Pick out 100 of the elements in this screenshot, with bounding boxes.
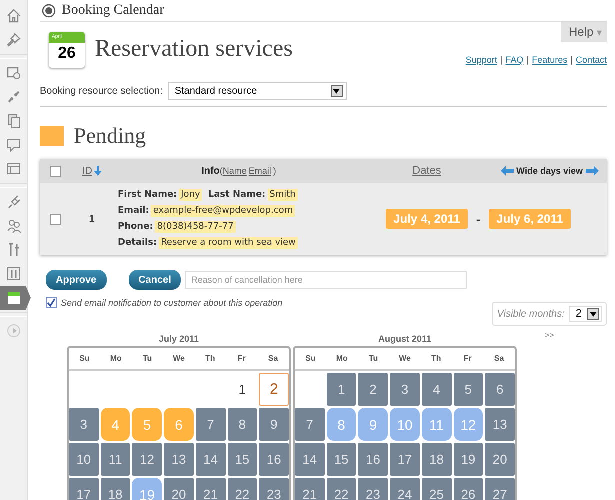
calendar-day[interactable]: 22: [326, 478, 356, 500]
calendar-day[interactable]: 22: [228, 478, 258, 500]
booking-id: 1: [89, 214, 95, 224]
calendar-day[interactable]: 1: [228, 373, 258, 406]
paren: ): [273, 166, 276, 176]
calendar-day[interactable]: 10: [390, 408, 420, 441]
media-icon: [6, 65, 22, 81]
dropdown-icon: [330, 85, 343, 97]
visible-months-label: Visible months:: [497, 308, 565, 320]
calendar-day[interactable]: 13: [164, 443, 194, 476]
calendar-day[interactable]: 26: [454, 478, 484, 500]
calendar-day[interactable]: 8: [228, 408, 258, 441]
calendar-day[interactable]: 20: [485, 443, 515, 476]
resource-select[interactable]: Standard resource: [168, 82, 347, 100]
calendar-day[interactable]: 11: [100, 443, 130, 476]
calendar-day[interactable]: 11: [422, 408, 452, 441]
date-badge: July 4, 2011: [386, 209, 468, 229]
weekday-label: Sa: [493, 354, 506, 363]
link-icon: [6, 89, 22, 105]
calendar-day[interactable]: 21: [295, 478, 325, 500]
calendar-day[interactable]: 14: [196, 443, 226, 476]
header-link[interactable]: Support: [466, 55, 498, 65]
weekday-label: We: [398, 354, 412, 363]
weekday-label: Sa: [267, 354, 280, 363]
weekday-label: Th: [204, 354, 216, 363]
page-title: Reservation services: [95, 36, 293, 63]
header-link[interactable]: Contact: [576, 55, 607, 65]
calendar-day[interactable]: 19: [132, 478, 162, 500]
calendar-day[interactable]: 12: [132, 443, 162, 476]
weekday-label: Th: [430, 354, 442, 363]
visible-months-select[interactable]: 2: [568, 306, 602, 322]
select-all-checkbox[interactable]: [50, 166, 60, 176]
cancel-button[interactable]: Cancel: [128, 270, 182, 290]
wide-days-view-label: Wide days view: [516, 166, 583, 176]
calendar-day[interactable]: 19: [454, 443, 484, 476]
weekday-label: Mo: [109, 354, 123, 363]
notify-label: Send email notification to customer about this operation: [61, 298, 283, 308]
next-months-link[interactable]: >>: [545, 331, 554, 340]
calendar-day[interactable]: 5: [132, 408, 162, 441]
left-arrow-icon[interactable]: [500, 166, 514, 176]
weekday-label: Tu: [142, 354, 154, 363]
calendar-day[interactable]: 23: [358, 478, 388, 500]
calendar-day[interactable]: 5: [454, 373, 484, 406]
header-link[interactable]: FAQ: [506, 55, 524, 65]
calendar-day[interactable]: 21: [196, 478, 226, 500]
calendar-day[interactable]: 8: [326, 408, 356, 441]
right-arrow-icon[interactable]: [586, 166, 599, 176]
dates-sort-link[interactable]: Dates: [412, 165, 442, 177]
calendar-day[interactable]: 23: [259, 478, 289, 500]
calendar-day[interactable]: 3: [390, 373, 420, 406]
field-label: Email:: [118, 206, 150, 216]
calendar-day[interactable]: 9: [358, 408, 388, 441]
calendar-day[interactable]: 12: [454, 408, 484, 441]
calendar-day[interactable]: 4: [100, 408, 130, 441]
calendar-day[interactable]: 17: [69, 478, 99, 500]
calendar-day[interactable]: 4: [422, 373, 452, 406]
link-separator: |: [526, 55, 530, 65]
calendar-day[interactable]: 25: [422, 478, 452, 500]
site-title: Booking Calendar: [62, 2, 164, 18]
calendar-day[interactable]: 2: [358, 373, 388, 406]
calendar-day[interactable]: 9: [259, 408, 289, 441]
calendar-day[interactable]: 24: [390, 478, 420, 500]
sort-link[interactable]: Name: [222, 166, 247, 176]
paren: (: [220, 166, 223, 176]
weekday-label: Su: [304, 354, 317, 363]
header-link[interactable]: Features: [532, 55, 568, 65]
calendar-day[interactable]: 15: [326, 443, 356, 476]
row-checkbox[interactable]: [50, 214, 60, 224]
calendar-day[interactable]: 18: [100, 478, 130, 500]
approve-button[interactable]: Approve: [46, 270, 107, 290]
calendar-day[interactable]: 13: [485, 408, 515, 441]
calendar-day[interactable]: 10: [69, 443, 99, 476]
calendar-day[interactable]: 6: [485, 373, 515, 406]
date-badge: July 6, 2011: [488, 209, 572, 229]
reason-input-field[interactable]: Reason of cancellation here: [185, 271, 468, 289]
calendar-day[interactable]: 7: [196, 408, 226, 441]
calendar-day[interactable]: 6: [164, 408, 194, 441]
calendar-day[interactable]: 27: [485, 478, 515, 500]
calendar-day[interactable]: 1: [326, 373, 356, 406]
weekday-label: We: [172, 354, 186, 363]
sort-link[interactable]: Email: [248, 166, 272, 176]
calendar-day[interactable]: 2: [259, 373, 289, 406]
calendar-day[interactable]: 7: [295, 408, 325, 441]
calendar-day[interactable]: 15: [228, 443, 258, 476]
sort-down-arrow-icon: [94, 166, 102, 176]
pending-color-square: [40, 126, 64, 146]
calendar-day[interactable]: 3: [69, 408, 99, 441]
calendar-day[interactable]: 16: [259, 443, 289, 476]
calendar-day[interactable]: 17: [390, 443, 420, 476]
calendar-day[interactable]: 16: [358, 443, 388, 476]
month-title: August 2011: [377, 334, 433, 346]
calendar-menu-item[interactable]: [0, 286, 31, 310]
id-sort-link[interactable]: ID: [82, 166, 92, 176]
calendar-day[interactable]: 14: [295, 443, 325, 476]
help-button[interactable]: Help ▾: [560, 22, 607, 42]
calendar-day[interactable]: 20: [164, 478, 194, 500]
pushpin-icon: [6, 32, 22, 48]
calendar-day[interactable]: 18: [422, 443, 452, 476]
field-label: Phone:: [118, 222, 154, 232]
notify-checkbox[interactable]: [46, 297, 57, 308]
